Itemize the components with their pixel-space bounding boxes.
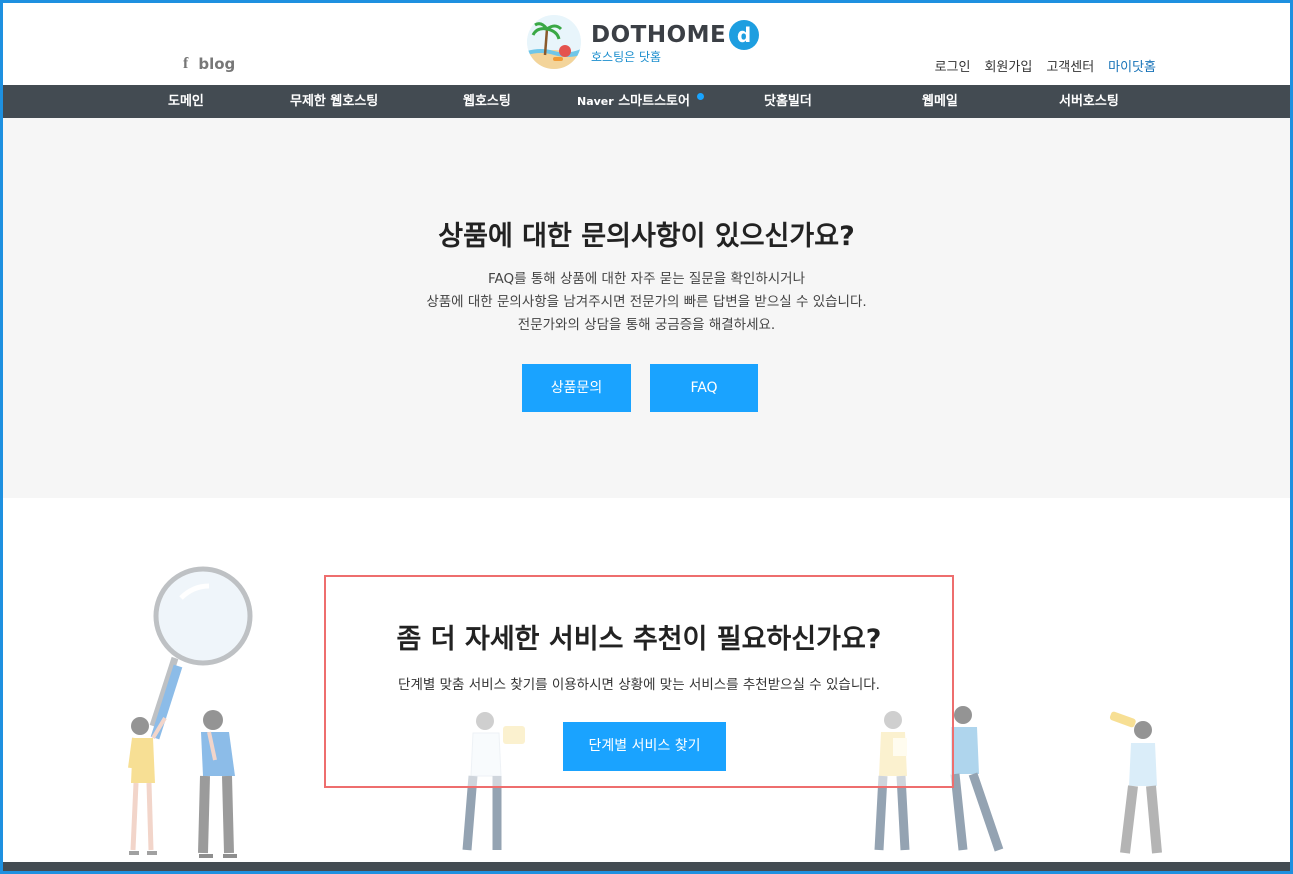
logo-badge-icon bbox=[527, 15, 581, 69]
inquiry-section: 상품에 대한 문의사항이 있으신가요? FAQ를 통해 상품에 대한 자주 묻는… bbox=[3, 118, 1290, 498]
nav-item-server-hosting[interactable]: 서버호스팅 bbox=[1059, 85, 1119, 118]
nav-naver-rest: 스마트스토어 bbox=[613, 94, 690, 109]
support-link[interactable]: 고객센터 bbox=[1046, 56, 1094, 75]
inquiry-title: 상품에 대한 문의사항이 있으신가요? bbox=[438, 221, 855, 252]
login-link[interactable]: 로그인 bbox=[935, 56, 971, 75]
inquiry-line-3: 전문가와의 상담을 통해 궁금증을 해결하세요. bbox=[517, 317, 776, 333]
nav-item-builder[interactable]: 닷홈빌더 bbox=[764, 85, 812, 118]
inquiry-description: FAQ를 통해 상품에 대한 자주 묻는 질문을 확인하시거나 상품에 대한 문… bbox=[3, 268, 1290, 337]
blog-label[interactable]: blog bbox=[198, 55, 235, 73]
logo-title: DOTHOME bbox=[591, 21, 727, 48]
step-service-finder-button[interactable]: 단계별 서비스 찾기 bbox=[563, 722, 726, 771]
facebook-icon[interactable]: f bbox=[183, 55, 188, 73]
person-telescope-icon bbox=[1109, 711, 1162, 854]
site-logo[interactable]: DOTHOME d 호스팅은 닷홈 bbox=[527, 15, 760, 69]
signup-link[interactable]: 회원가입 bbox=[984, 56, 1032, 75]
recommend-section: 좀 더 자세한 서비스 추천이 필요하신가요? 단계별 맞춤 서비스 찾기를 이… bbox=[3, 498, 1290, 862]
person-man-walking-icon bbox=[950, 706, 1004, 852]
person-man-thinking-icon bbox=[198, 710, 237, 858]
faq-button[interactable]: FAQ bbox=[650, 364, 758, 412]
logo-d-icon: d bbox=[729, 19, 760, 50]
recommend-title: 좀 더 자세한 서비스 추천이 필요하신가요? bbox=[396, 624, 882, 655]
blog-link[interactable]: f blog bbox=[183, 55, 235, 73]
nav-item-webmail[interactable]: 웹메일 bbox=[922, 85, 958, 118]
recommend-description: 단계별 맞춤 서비스 찾기를 이용하시면 상황에 맞는 서비스를 추천받으실 수… bbox=[398, 677, 880, 693]
nav-item-domain[interactable]: 도메인 bbox=[168, 85, 204, 118]
mypage-link[interactable]: 마이닷홈 bbox=[1108, 56, 1156, 75]
nav-item-unlimited-hosting[interactable]: 무제한 웹호스팅 bbox=[290, 85, 378, 118]
inquiry-line-1: FAQ를 통해 상품에 대한 자주 묻는 질문을 확인하시거나 bbox=[487, 271, 805, 287]
top-links: 로그인 회원가입 고객센터 마이닷홈 bbox=[935, 56, 1156, 75]
notification-dot-icon bbox=[697, 93, 704, 100]
site-header: f blog DOTHOME d 호스팅은 닷홈 로그인 회원가입 고객센터 마… bbox=[3, 3, 1290, 85]
nav-item-naver-smartstore[interactable]: Naver 스마트스토어 bbox=[577, 85, 690, 118]
inquiry-line-2: 상품에 대한 문의사항을 남겨주시면 전문가의 빠른 답변을 받으실 수 있습니… bbox=[426, 294, 867, 310]
footer-bar bbox=[3, 862, 1290, 871]
nav-naver-prefix: Naver bbox=[577, 95, 614, 108]
product-inquiry-button[interactable]: 상품문의 bbox=[522, 364, 631, 412]
magnifier-icon bbox=[149, 566, 253, 740]
logo-subtitle: 호스팅은 닷홈 bbox=[591, 49, 662, 64]
recommend-box: 좀 더 자세한 서비스 추천이 필요하신가요? 단계별 맞춤 서비스 찾기를 이… bbox=[324, 575, 954, 788]
main-nav: 도메인 무제한 웹호스팅 웹호스팅 Naver 스마트스토어 닷홈빌더 웹메일 … bbox=[3, 85, 1290, 118]
nav-item-webhosting[interactable]: 웹호스팅 bbox=[463, 85, 511, 118]
